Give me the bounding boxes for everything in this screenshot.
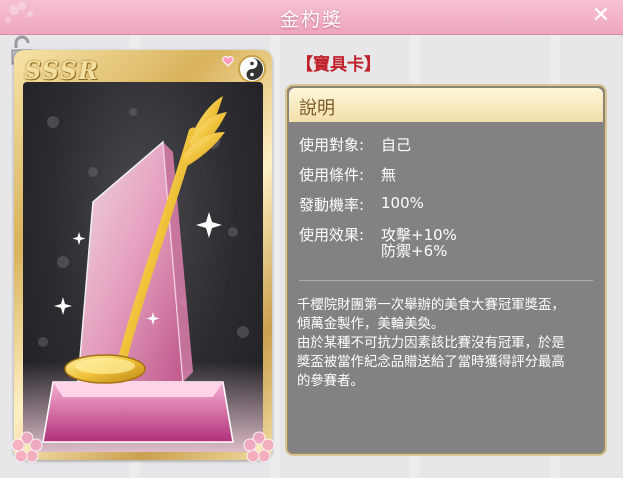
rarity-label: SSSR — [24, 56, 99, 85]
heart-icon — [222, 56, 234, 67]
panel-header: 說明 — [289, 88, 603, 122]
divider — [299, 280, 593, 281]
window-title: 金杓獎 — [279, 9, 343, 31]
panel-header-label: 說明 — [299, 98, 335, 119]
row-label: 使用效果: — [299, 226, 365, 244]
title-bar: 金杓獎 ✕ — [0, 0, 623, 35]
item-detail-window: 金杓獎 ✕ SSSR 【寶具卡】 說明 使用對象: 自己 使用條件: 無 發動機… — [0, 0, 623, 478]
item-description: 千櫻院財團第一次舉辦的美食大賽冠軍獎盃， 傾萬金製作，美輪美奐。 由於某種不可抗… — [297, 296, 597, 391]
row-value: 100% — [381, 194, 424, 212]
description-line: 由於某種不可抗力因素該比賽沒有冠軍，於是 — [297, 336, 565, 351]
row-value: 自己 — [381, 136, 412, 154]
row-value-secondary: 防禦+6% — [381, 242, 448, 260]
corner-flower-icon — [11, 431, 43, 463]
item-type-label: 【寶具卡】 — [296, 55, 381, 75]
description-line: 千櫻院財團第一次舉辦的美食大賽冠軍獎盃， — [297, 298, 565, 313]
description-line: 獎盃被當作紀念品贈送給了當時獲得評分最高 — [297, 355, 565, 370]
description-panel: 說明 使用對象: 自己 使用條件: 無 發動機率: 100% 使用效果: 攻擊+… — [285, 84, 607, 456]
corner-flower-icon — [243, 431, 275, 463]
yin-yang-icon — [238, 55, 266, 83]
description-line: 傾萬金製作，美輪美奐。 — [297, 317, 445, 332]
row-value: 無 — [381, 166, 397, 184]
row-label: 使用對象: — [299, 136, 365, 154]
golden-ladle-trophy-icon — [42, 96, 234, 443]
item-card: SSSR — [11, 50, 275, 463]
description-line: 的參賽者。 — [297, 374, 364, 389]
close-button[interactable]: ✕ — [589, 5, 613, 29]
card-artwork — [23, 82, 263, 452]
row-label: 使用條件: — [299, 166, 365, 184]
row-label: 發動機率: — [299, 196, 365, 214]
